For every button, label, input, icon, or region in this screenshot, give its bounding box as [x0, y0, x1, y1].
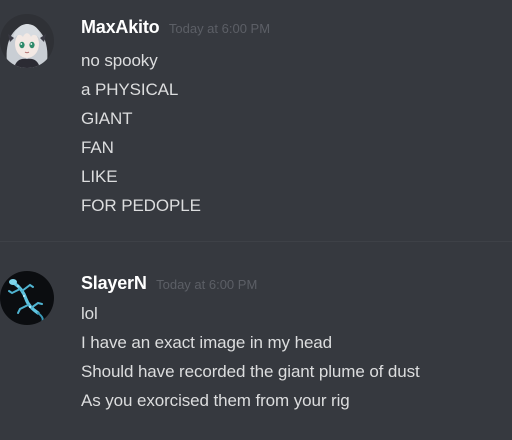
blue-lizard-avatar-icon	[0, 271, 54, 325]
message-group: MaxAkito Today at 6:00 PM no spooky a PH…	[0, 0, 512, 238]
timestamp: Today at 6:00 PM	[168, 21, 271, 36]
message-divider	[0, 241, 512, 242]
message-line: no spooky	[81, 51, 158, 70]
message-header: SlayerN Today at 6:00 PM	[81, 273, 257, 294]
message-lines: lol I have an exact image in my head Sho…	[81, 299, 420, 415]
message-line: Should have recorded the giant plume of …	[81, 362, 420, 381]
timestamp: Today at 6:00 PM	[156, 277, 258, 292]
username[interactable]: MaxAkito	[81, 17, 160, 37]
message-line: FAN	[81, 138, 114, 157]
message-line: I have an exact image in my head	[81, 333, 333, 352]
message-line: GIANT	[81, 109, 133, 128]
anime-girl-avatar-icon	[0, 14, 54, 68]
message-line: As you exorcised them from your rig	[81, 391, 350, 410]
message-line: a PHYSICAL	[81, 80, 179, 99]
message-line: FOR PEDOPLE	[81, 196, 201, 215]
message-line: lol	[81, 304, 98, 323]
avatar[interactable]	[0, 271, 54, 325]
chat-messages: MaxAkito Today at 6:00 PM no spooky a PH…	[0, 0, 512, 440]
message-header: MaxAkito Today at 6:00 PM	[81, 17, 270, 38]
username[interactable]: SlayerN	[81, 273, 147, 293]
avatar[interactable]	[0, 14, 54, 68]
message-group: SlayerN Today at 6:00 PM lol I have an e…	[0, 246, 512, 440]
message-lines: no spooky a PHYSICAL GIANT FAN LIKE FOR …	[81, 46, 201, 220]
message-line: LIKE	[81, 167, 118, 186]
